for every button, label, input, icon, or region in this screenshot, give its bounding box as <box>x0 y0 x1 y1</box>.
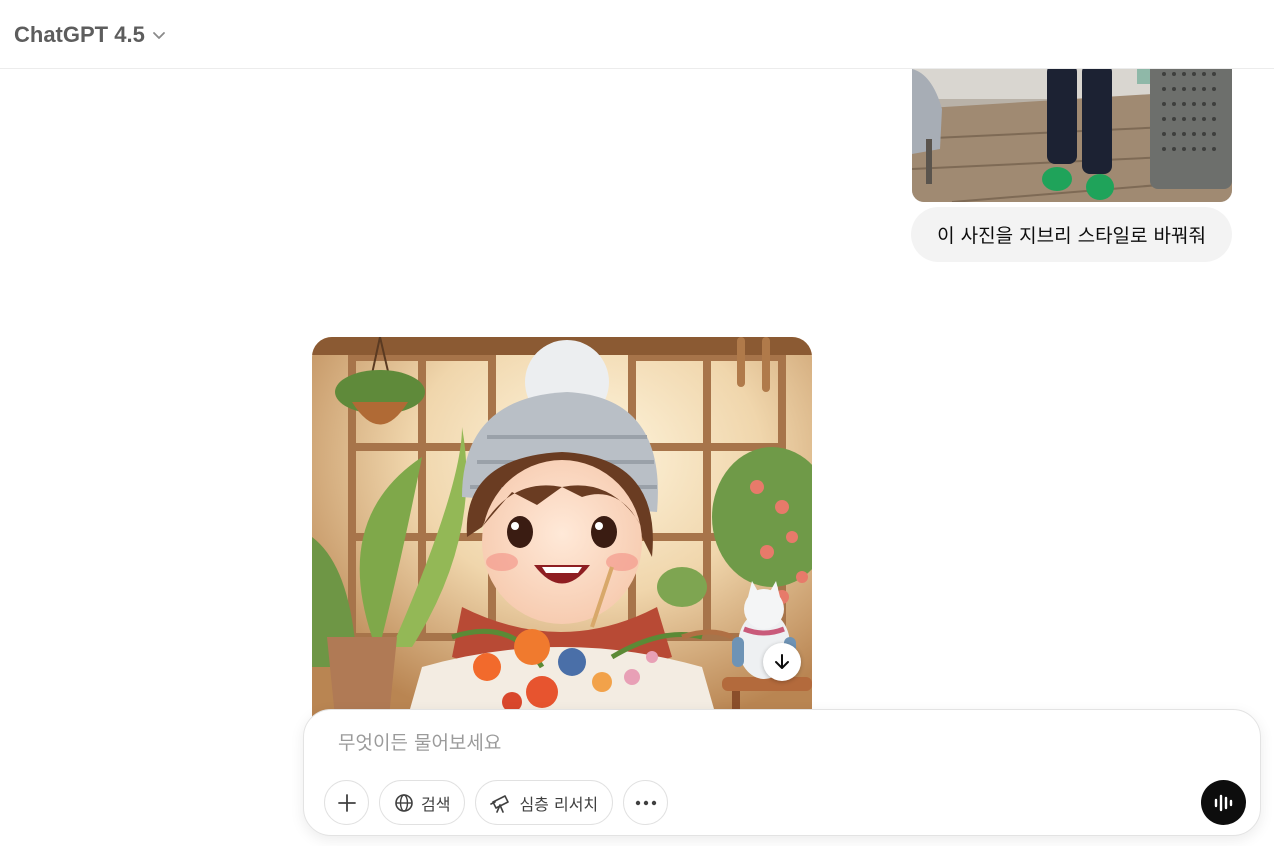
message-composer: 검색 심층 리서치 <box>303 709 1261 836</box>
voice-mode-button[interactable] <box>1201 780 1246 825</box>
ellipsis-icon <box>635 800 656 805</box>
telescope-icon <box>490 794 510 813</box>
generated-image[interactable] <box>312 337 812 737</box>
user-uploaded-photo[interactable] <box>912 69 1232 202</box>
top-header: ChatGPT 4.5 <box>0 0 1274 69</box>
voice-waveform-icon <box>1214 794 1232 811</box>
attach-button[interactable] <box>324 780 369 825</box>
download-image-button[interactable] <box>763 643 801 681</box>
globe-icon <box>395 793 413 812</box>
search-button-label: 검색 <box>421 794 451 814</box>
user-message-bubble: 이 사진을 지브리 스타일로 바꿔줘 <box>911 207 1232 262</box>
model-selector[interactable]: ChatGPT 4.5 <box>8 16 175 54</box>
more-tools-button[interactable] <box>623 780 669 825</box>
deep-research-label: 심층 리서치 <box>519 794 599 814</box>
composer-toolbar: 검색 심층 리서치 <box>324 780 669 825</box>
plus-icon <box>337 793 356 812</box>
prompt-input[interactable] <box>338 728 1198 758</box>
chevron-down-icon <box>151 26 169 44</box>
deep-research-button[interactable]: 심층 리서치 <box>475 780 614 825</box>
arrow-down-icon <box>775 654 789 669</box>
search-button[interactable]: 검색 <box>379 780 466 825</box>
model-name: ChatGPT 4.5 <box>14 22 145 47</box>
